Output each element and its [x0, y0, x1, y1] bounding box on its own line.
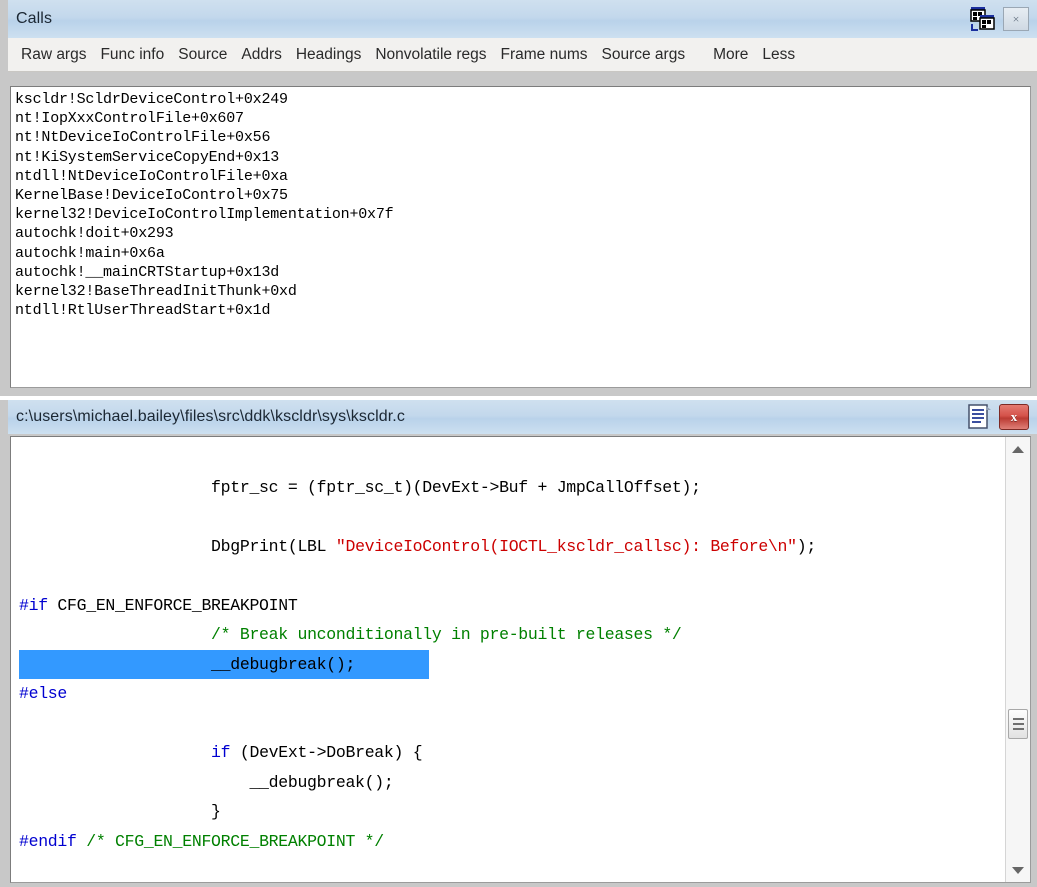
- call-stack-frame[interactable]: autochk!__mainCRTStartup+0x13d: [15, 263, 1030, 282]
- code-line[interactable]: /* Break unconditionally in pre-built re…: [19, 620, 1005, 650]
- scroll-down-button[interactable]: [1007, 859, 1029, 881]
- code-token-cmt: /* Break unconditionally in pre-built re…: [211, 625, 682, 644]
- call-stack-frame[interactable]: nt!IopXxxControlFile+0x607: [15, 109, 1030, 128]
- code-line[interactable]: [19, 856, 1005, 882]
- call-stack-frame[interactable]: nt!NtDeviceIoControlFile+0x56: [15, 128, 1030, 147]
- code-token-pp: #else: [19, 684, 68, 703]
- code-line[interactable]: if (DevExt->DoBreak) {: [19, 738, 1005, 768]
- code-line[interactable]: #endif /* CFG_EN_ENFORCE_BREAKPOINT */: [19, 827, 1005, 857]
- code-token-str: "DeviceIoControl(IOCTL_kscldr_callsc): B…: [335, 536, 797, 556]
- code-line[interactable]: __debugbreak();: [19, 768, 1005, 798]
- call-stack-frame[interactable]: kscldr!ScldrDeviceControl+0x249: [15, 90, 1030, 109]
- close-icon[interactable]: x: [999, 404, 1029, 430]
- toolbar-item-nonvolatile-regs[interactable]: Nonvolatile regs: [368, 46, 493, 64]
- call-stack-frame[interactable]: autochk!main+0x6a: [15, 244, 1030, 263]
- call-stack-frame[interactable]: ntdll!RtlUserThreadStart+0x1d: [15, 301, 1030, 320]
- toolbar-item-func-info[interactable]: Func info: [93, 46, 171, 64]
- calls-titlebar: Calls ×: [8, 0, 1037, 38]
- code-line[interactable]: }: [19, 797, 1005, 827]
- code-line[interactable]: fptr_sc = (fptr_sc_t)(DevExt->Buf + JmpC…: [19, 473, 1005, 503]
- source-viewer: fptr_sc = (fptr_sc_t)(DevExt->Buf + JmpC…: [10, 436, 1031, 883]
- source-titlebar: c:\users\michael.bailey\files\src\ddk\ks…: [8, 400, 1037, 434]
- source-file-path: c:\users\michael.bailey\files\src\ddk\ks…: [16, 408, 405, 425]
- toolbar-item-source[interactable]: Source: [171, 46, 234, 64]
- document-icon[interactable]: [967, 403, 993, 431]
- call-stack-frame[interactable]: nt!KiSystemServiceCopyEnd+0x13: [15, 148, 1030, 167]
- call-stack-frame[interactable]: ntdll!NtDeviceIoControlFile+0xa: [15, 167, 1030, 186]
- code-token-pp: #if: [19, 595, 48, 615]
- toolbar-item-headings[interactable]: Headings: [289, 46, 369, 64]
- dock-icon[interactable]: [969, 5, 997, 33]
- code-token-plain: fptr_sc = (fptr_sc_t)(DevExt->Buf + JmpC…: [19, 477, 701, 497]
- toolbar-item-frame-nums[interactable]: Frame nums: [494, 46, 595, 64]
- code-line[interactable]: [19, 709, 1005, 739]
- code-line[interactable]: [19, 502, 1005, 532]
- toolbar-item-more[interactable]: More: [706, 46, 755, 64]
- code-token-plain: __debugbreak();: [19, 654, 356, 674]
- code-line[interactable]: #if CFG_EN_ENFORCE_BREAKPOINT: [19, 591, 1005, 621]
- source-window: c:\users\michael.bailey\files\src\ddk\ks…: [0, 400, 1037, 887]
- calls-toolbar: Raw args Func info Source Addrs Headings…: [8, 38, 1037, 72]
- code-line[interactable]: #else: [19, 679, 1005, 709]
- scrollbar-thumb[interactable]: [1008, 709, 1028, 739]
- calls-titlebar-buttons: ×: [969, 5, 1037, 33]
- call-stack-list[interactable]: kscldr!ScldrDeviceControl+0x249 nt!IopXxx…: [10, 86, 1031, 388]
- toolbar-item-raw-args[interactable]: Raw args: [14, 46, 93, 64]
- chevron-down-icon: [1012, 866, 1024, 874]
- code-token-plain: }: [19, 802, 221, 821]
- call-stack-frame[interactable]: kernel32!DeviceIoControlImplementation+0…: [15, 205, 1030, 224]
- chevron-up-icon: [1012, 445, 1024, 453]
- code-token-plain: );: [796, 536, 817, 556]
- source-gutter: [11, 437, 19, 882]
- code-token-plain: CFG_EN_ENFORCE_BREAKPOINT: [47, 595, 298, 615]
- code-line-selected[interactable]: __debugbreak();: [19, 649, 429, 679]
- code-token-pp: #endif: [19, 831, 77, 851]
- call-stack-frame[interactable]: autochk!doit+0x293: [15, 224, 1030, 243]
- source-titlebar-buttons: x: [967, 403, 1037, 431]
- toolbar-item-source-args[interactable]: Source args: [595, 46, 693, 64]
- call-stack-frame[interactable]: KernelBase!DeviceIoControl+0x75: [15, 186, 1030, 205]
- source-code-area[interactable]: fptr_sc = (fptr_sc_t)(DevExt->Buf + JmpC…: [19, 437, 1005, 882]
- scroll-up-button[interactable]: [1007, 438, 1029, 460]
- calls-window: Calls × Raw args Func info Source Addrs …: [0, 0, 1037, 396]
- code-token-plain: (DevExt->DoBreak) {: [230, 743, 423, 762]
- code-token-kw: if: [211, 743, 231, 762]
- source-vertical-scrollbar[interactable]: [1005, 437, 1030, 882]
- code-token-plain: DbgPrint(LBL: [19, 536, 336, 556]
- close-icon[interactable]: ×: [1003, 7, 1029, 31]
- code-token-plain: __debugbreak();: [19, 772, 394, 792]
- toolbar-item-less[interactable]: Less: [755, 46, 802, 64]
- calls-window-title: Calls: [16, 10, 53, 27]
- code-line[interactable]: DbgPrint(LBL "DeviceIoControl(IOCTL_kscl…: [19, 532, 1005, 562]
- code-token-cmt: /* CFG_EN_ENFORCE_BREAKPOINT */: [86, 831, 384, 851]
- call-stack-frame[interactable]: kernel32!BaseThreadInitThunk+0xd: [15, 282, 1030, 301]
- code-line[interactable]: [19, 561, 1005, 591]
- code-line[interactable]: [19, 443, 1005, 473]
- toolbar-item-addrs[interactable]: Addrs: [234, 46, 289, 64]
